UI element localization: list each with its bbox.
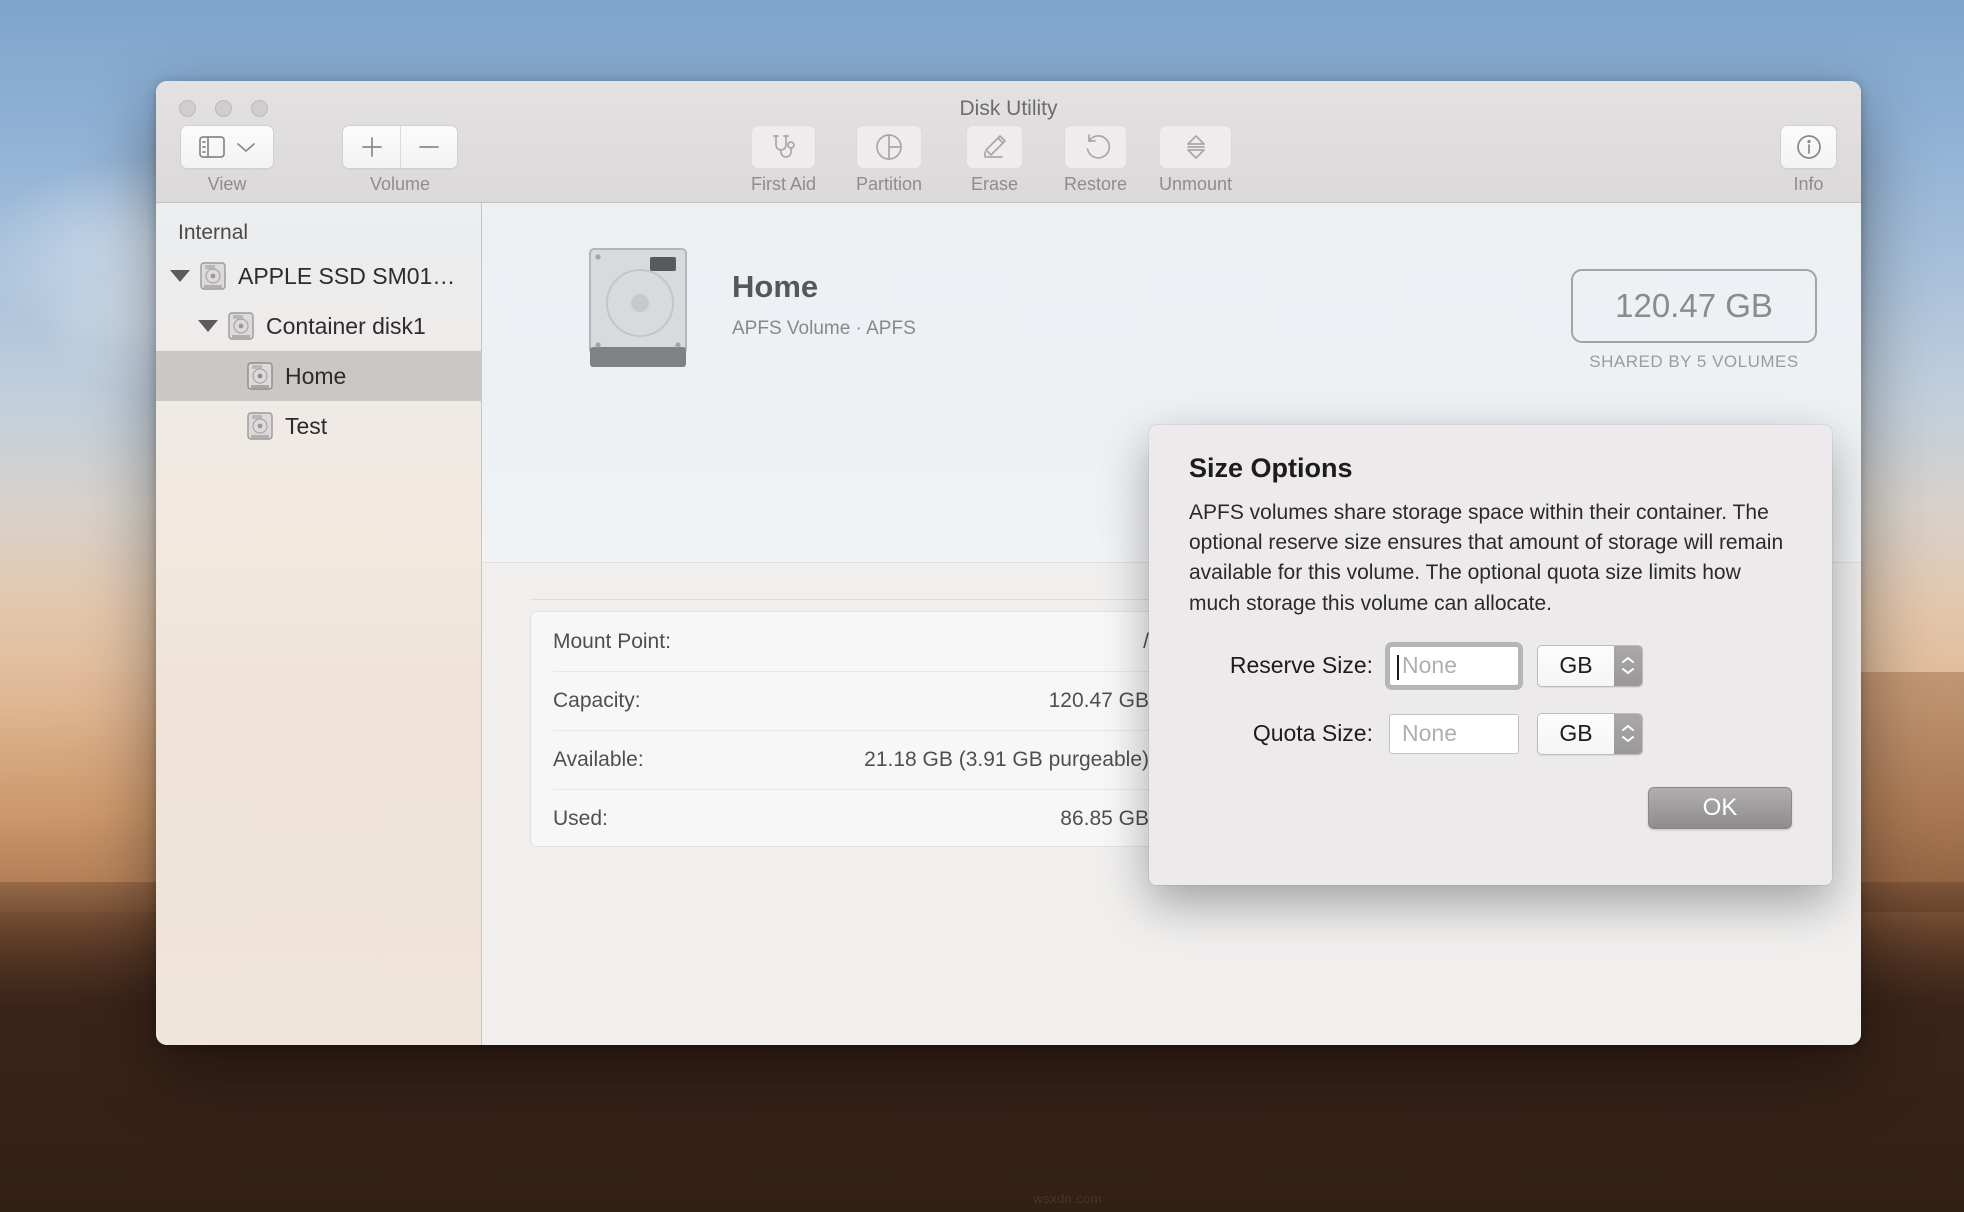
volume-label: Volume (369, 174, 431, 194)
view-label: View (207, 174, 247, 194)
sidebar-item-label: Test (285, 412, 328, 439)
reserve-size-label: Reserve Size: (1229, 652, 1373, 679)
chevron-down-icon[interactable] (1621, 667, 1635, 675)
capacity-caption: SHARED BY 5 VOLUMES (1589, 352, 1799, 371)
add-volume-button[interactable] (343, 126, 400, 168)
sidebar-item-test[interactable]: Test (156, 401, 481, 451)
details-column-left: Mount Point: / Capacity: 120.47 GB Avail… (531, 612, 1171, 846)
sidebar-item-label: Container disk1 (266, 312, 426, 339)
stethoscope-icon (769, 132, 799, 162)
table-row: Used: 86.85 GB (553, 789, 1149, 848)
capacity-badge: 120.47 GB (1571, 269, 1817, 343)
text-caret (1397, 654, 1399, 680)
quota-size-label: Quota Size: (1252, 720, 1373, 747)
sidebar-item-home[interactable]: Home (156, 351, 481, 401)
table-row: Available: 21.18 GB (3.91 GB purgeable) (553, 730, 1149, 789)
reserve-size-input[interactable]: None (1389, 645, 1519, 686)
first-aid-button[interactable] (751, 125, 817, 169)
eject-icon (1181, 132, 1211, 162)
sidebar-item-apple-ssd[interactable]: APPLE SSD SM01… (156, 251, 481, 301)
quota-unit-value: GB (1538, 713, 1614, 754)
partition-button[interactable] (856, 125, 923, 169)
toolbar-group-first-aid: First Aid (751, 125, 817, 195)
window-body: Internal APPLE SSD SM01… Container disk1… (156, 203, 1861, 1045)
detail-value: 120.47 GB (1048, 689, 1149, 712)
sidebar-icon (198, 136, 225, 158)
remove-volume-button[interactable] (400, 126, 457, 168)
unmount-button[interactable] (1159, 125, 1233, 169)
unmount-label: Unmount (1159, 174, 1233, 194)
sidebar-item-label: Home (285, 362, 347, 389)
restore-button[interactable] (1064, 125, 1128, 169)
detail-label: Available: (553, 748, 644, 771)
table-row: Capacity: 120.47 GB (553, 671, 1149, 730)
volume-segmented-control (342, 125, 458, 169)
watermark: wsxdn.com (1033, 1191, 1102, 1206)
partition-label: Partition (856, 174, 923, 194)
plus-icon (360, 135, 384, 159)
reserve-unit-value: GB (1538, 645, 1614, 686)
erase-pencil-icon (980, 132, 1010, 162)
quota-size-input[interactable]: None (1389, 713, 1519, 754)
erase-button[interactable] (966, 125, 1023, 169)
info-circle-icon (1794, 132, 1824, 162)
detail-value: 86.85 GB (1060, 807, 1149, 830)
capacity-block: 120.47 GB SHARED BY 5 VOLUMES (1571, 269, 1817, 372)
disclosure-triangle-icon[interactable] (170, 270, 190, 282)
hard-drive-icon (589, 248, 687, 367)
toolbar-group-unmount: Unmount (1159, 125, 1233, 195)
size-options-dialog: Size Options APFS volumes share storage … (1149, 425, 1832, 885)
dialog-title: Size Options (1189, 453, 1353, 483)
erase-label: Erase (970, 174, 1019, 194)
sidebar-header-internal: Internal (178, 221, 249, 244)
detail-label: Used: (553, 807, 608, 830)
toolbar-group-info: Info (1780, 125, 1837, 195)
disk-icon (247, 362, 273, 390)
stepper-arrows[interactable] (1614, 645, 1642, 686)
info-button[interactable] (1780, 125, 1837, 169)
detail-label: Mount Point: (553, 629, 671, 653)
toolbar-group-restore: Restore (1064, 125, 1128, 195)
toolbar-group-partition: Partition (856, 125, 923, 195)
chevron-down-icon[interactable] (1621, 735, 1635, 743)
dialog-description: APFS volumes share storage space within … (1189, 501, 1784, 615)
ok-button[interactable]: OK (1648, 787, 1792, 829)
window-title: Disk Utility (959, 97, 1058, 120)
main-pane: Home APFS Volume · APFS 120.47 GB SHARED… (482, 203, 1861, 1045)
disk-utility-window: Disk Utility View Volume First Aid Parti… (156, 81, 1861, 1045)
stepper-arrows[interactable] (1614, 713, 1642, 754)
toolbar-group-erase: Erase (966, 125, 1023, 195)
toolbar: Disk Utility View Volume First Aid Parti… (156, 81, 1861, 203)
info-label: Info (1793, 174, 1824, 194)
pie-chart-icon (874, 132, 904, 162)
sidebar-item-label: APPLE SSD SM01… (238, 262, 456, 289)
chevron-up-icon[interactable] (1621, 656, 1635, 664)
minus-icon (417, 135, 441, 159)
reserve-size-placeholder: None (1402, 652, 1457, 679)
quota-size-row: Quota Size: None GB (1189, 712, 1792, 755)
disclosure-triangle-icon[interactable] (198, 320, 218, 332)
toolbar-group-volume: Volume (342, 125, 458, 195)
sidebar-item-container-disk1[interactable]: Container disk1 (156, 301, 481, 351)
detail-label: Capacity: (553, 689, 641, 712)
volume-name: Home (732, 269, 819, 304)
disk-icon (228, 312, 254, 340)
chevron-down-icon (236, 141, 256, 154)
reserve-unit-stepper[interactable]: GB (1537, 644, 1643, 687)
volume-subtitle: APFS Volume · APFS (732, 318, 916, 339)
disk-icon (200, 262, 226, 290)
first-aid-label: First Aid (751, 174, 817, 194)
table-row: Mount Point: / (553, 612, 1149, 671)
quota-unit-stepper[interactable]: GB (1537, 712, 1643, 755)
sidebar: Internal APPLE SSD SM01… Container disk1… (156, 203, 482, 1045)
undo-arrow-icon (1081, 132, 1111, 162)
toolbar-group-view: View (180, 125, 274, 195)
disk-icon (247, 412, 273, 440)
quota-size-placeholder: None (1402, 720, 1457, 747)
view-button[interactable] (180, 125, 274, 169)
detail-value: 21.18 GB (3.91 GB purgeable) (864, 748, 1149, 771)
reserve-size-row: Reserve Size: None GB (1189, 644, 1792, 687)
restore-label: Restore (1064, 174, 1128, 194)
chevron-up-icon[interactable] (1621, 724, 1635, 732)
